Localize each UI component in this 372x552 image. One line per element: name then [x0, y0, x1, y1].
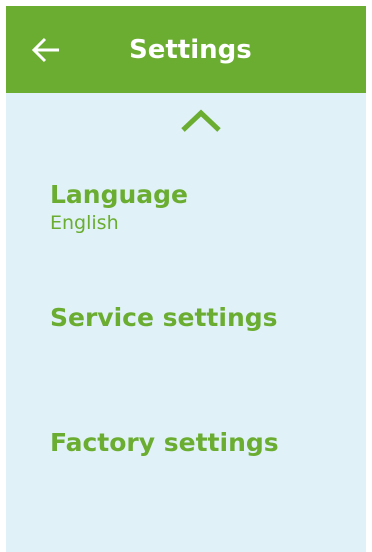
settings-screen: Settings Language English Service settin… — [6, 6, 366, 552]
scroll-up-button[interactable] — [176, 105, 226, 135]
menu-item-label: Language — [50, 180, 189, 209]
menu-item-service-settings[interactable]: Service settings — [50, 303, 350, 333]
menu-item-language[interactable]: Language English — [50, 180, 350, 235]
menu-item-factory-settings[interactable]: Factory settings — [50, 428, 350, 458]
header-bar: Settings — [6, 6, 366, 93]
arrow-left-icon — [31, 37, 59, 63]
back-button[interactable] — [26, 30, 66, 70]
menu-item-label: Service settings — [50, 303, 278, 332]
chevron-up-icon — [181, 109, 221, 132]
menu-item-value: English — [50, 212, 119, 234]
menu-item-label: Factory settings — [50, 428, 279, 457]
page-title: Settings — [129, 35, 252, 65]
